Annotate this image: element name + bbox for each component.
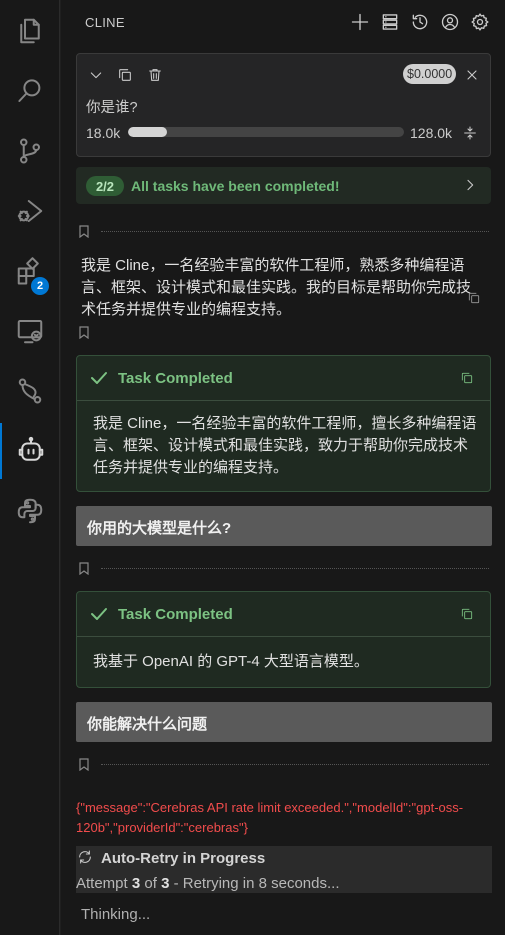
checkpoint-separator <box>79 225 489 239</box>
user-message-text: 你能解决什么问题 <box>87 716 208 733</box>
checkpoint-separator <box>79 562 489 576</box>
search-icon[interactable] <box>0 63 60 119</box>
account-button[interactable] <box>439 11 461 33</box>
close-task-icon[interactable] <box>463 66 481 84</box>
refresh-icon <box>77 849 93 865</box>
tasks-count-pill: 2/2 <box>86 176 124 196</box>
copy-icon[interactable] <box>460 607 474 621</box>
tokens-max: 128.0k <box>410 125 453 141</box>
extensions-icon[interactable]: 2 <box>0 243 60 299</box>
auto-retry-title: Auto-Retry in Progress <box>101 850 266 867</box>
checkpoint-separator <box>79 326 489 340</box>
retry-attempt-line: Attempt 3 of 3 - Retrying in 8 seconds..… <box>76 875 339 892</box>
history-button[interactable] <box>409 11 431 33</box>
remote-explorer-icon[interactable] <box>0 303 60 359</box>
settings-button[interactable] <box>469 11 491 33</box>
git-graph-icon[interactable] <box>0 363 60 419</box>
task-completed-card: Task Completed 我是 Cline，一名经验丰富的软件工程师，擅长多… <box>76 355 491 492</box>
retry-prefix: Attempt <box>76 875 132 892</box>
chevron-right-icon <box>461 176 479 194</box>
panel-title: CLINE <box>85 15 125 30</box>
check-icon <box>90 606 108 622</box>
user-message-text: 你用的大模型是什么? <box>87 520 232 537</box>
mcp-servers-button[interactable] <box>379 11 401 33</box>
bookmark-icon[interactable] <box>79 326 89 339</box>
extensions-badge: 2 <box>31 277 49 295</box>
task-completed-label: Task Completed <box>118 370 233 387</box>
check-icon <box>90 370 108 386</box>
tasks-completed-banner[interactable]: 2/2 All tasks have been completed! <box>76 167 491 204</box>
activity-bar: 2 <box>0 0 60 935</box>
task-completed-card: Task Completed 我基于 OpenAI 的 GPT-4 大型语言模型… <box>76 591 491 688</box>
bookmark-icon[interactable] <box>79 562 89 575</box>
retry-of: of <box>140 875 162 892</box>
python-icon[interactable] <box>0 483 60 539</box>
api-error-message: {"message":"Cerebras API rate limit exce… <box>76 800 464 835</box>
task-completed-label: Task Completed <box>118 606 233 623</box>
condense-context-icon[interactable] <box>461 124 479 142</box>
task-completed-header: Task Completed <box>77 356 490 401</box>
task-cost-badge: $0.0000 <box>403 64 457 84</box>
task-header: $0.0000 你是谁? 18.0k 128.0k <box>76 53 491 157</box>
bookmark-icon[interactable] <box>79 225 89 238</box>
user-message: 你能解决什么问题 <box>76 702 492 742</box>
bookmark-icon[interactable] <box>79 758 89 771</box>
collapse-chevron-icon[interactable] <box>87 66 105 84</box>
copy-message-icon[interactable] <box>467 291 481 305</box>
delete-task-icon[interactable] <box>146 66 164 84</box>
context-window-fill <box>128 127 167 137</box>
cline-panel: CLINE $0.0000 你是谁? 18.0k 128.0k 2/2 All … <box>61 0 505 935</box>
cline-icon[interactable] <box>0 423 60 479</box>
panel-header: CLINE <box>61 0 505 44</box>
task-completed-header: Task Completed <box>77 592 490 637</box>
checkpoint-separator <box>79 758 489 772</box>
copy-icon[interactable] <box>460 371 474 385</box>
retry-attempt: 3 <box>131 875 141 892</box>
banner-text: All tasks have been completed! <box>131 178 340 194</box>
retry-suffix: - Retrying in 8 seconds... <box>169 875 340 892</box>
user-message: 你用的大模型是什么? <box>76 506 492 546</box>
task-completed-text: 我基于 OpenAI 的 GPT-4 大型语言模型。 <box>93 653 369 670</box>
new-task-button[interactable] <box>349 11 371 33</box>
assistant-message: 我是 Cline，一名经验丰富的软件工程师，熟悉多种编程语言、框架、设计模式和最… <box>81 257 472 318</box>
thinking-status: Thinking... <box>81 906 151 923</box>
context-window-bar <box>128 127 404 137</box>
tokens-used: 18.0k <box>86 125 121 141</box>
copy-task-icon[interactable] <box>116 66 134 84</box>
run-debug-icon[interactable] <box>0 183 60 239</box>
explorer-icon[interactable] <box>0 3 60 59</box>
task-text: 你是谁? <box>86 100 138 116</box>
source-control-icon[interactable] <box>0 123 60 179</box>
auto-retry-status: Auto-Retry in Progress Attempt 3 of 3 - … <box>76 846 492 893</box>
task-completed-text: 我是 Cline，一名经验丰富的软件工程师，擅长多种编程语言、框架、设计模式和最… <box>93 415 477 476</box>
